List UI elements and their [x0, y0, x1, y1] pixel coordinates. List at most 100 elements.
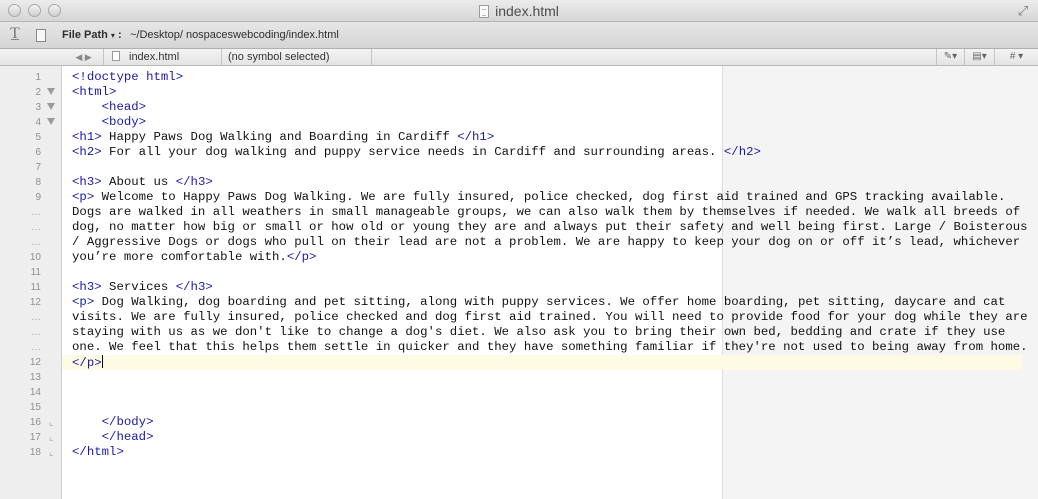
code-line[interactable]: <html> — [72, 85, 1028, 100]
html-tag-token: </h2> — [723, 145, 761, 159]
code-line[interactable]: visits. We are fully insured, police che… — [72, 310, 1028, 325]
line-number: … — [31, 312, 41, 323]
gutter-row: 11 — [0, 280, 62, 295]
code-line[interactable]: <h3> Services </h3> — [72, 280, 1028, 295]
code-editor[interactable]: 1 2 3 4 5 6 7 8 9……… 10 11 11 12……… 12 13 14 15 16 ⌞ 17 ⌞ 18 ⌞… — [0, 66, 1038, 499]
code-line[interactable]: <p> Welcome to Happy Paws Dog Walking. W… — [72, 190, 1028, 205]
html-tag-token: <p> — [72, 295, 95, 309]
code-line[interactable]: <h1> Happy Paws Dog Walking and Boarding… — [72, 130, 1028, 145]
code-line[interactable]: </html> — [72, 445, 1028, 460]
navigation-bar: ◀ ▶ index.html (no symbol selected) ✎▾ ▤… — [0, 49, 1038, 66]
fullscreen-icon[interactable]: ⤢ — [1016, 4, 1030, 18]
line-number-gutter: 1 2 3 4 5 6 7 8 9……… 10 11 11 12……… 12 13 14 15 16 ⌞ 17 ⌞ 18 ⌞ — [0, 66, 62, 499]
text-token: one. We feel that this helps them settle… — [72, 340, 1028, 354]
document-icon — [479, 5, 490, 18]
html-tag-token: </h3> — [175, 175, 213, 189]
code-line[interactable]: <head> — [72, 100, 1028, 115]
line-number: 12 — [29, 357, 41, 368]
gutter-row: 16 ⌞ — [0, 415, 62, 430]
file-popup-label: index.html — [129, 51, 180, 63]
toolbar: T̲ File Path ▾ : ~/Desktop/ nospaceswebc… — [0, 22, 1038, 49]
code-line[interactable]: dog, no matter how big or small or how o… — [72, 220, 1028, 235]
line-number: 1 — [35, 72, 41, 83]
code-line[interactable]: <p> Dog Walking, dog boarding and pet si… — [72, 295, 1028, 310]
gutter-row: 5 — [0, 130, 62, 145]
html-tag-token: <h1> — [72, 130, 102, 144]
code-line[interactable] — [72, 370, 1028, 385]
gutter-row: … — [0, 325, 62, 340]
title-bar: index.html ⤢ — [0, 0, 1038, 22]
line-number: 16 — [29, 417, 41, 428]
split-view-icon[interactable]: ▤▾ — [964, 49, 994, 65]
text-token: Dogs are walked in all weathers in small… — [72, 205, 1021, 219]
line-number: 2 — [35, 87, 41, 98]
fold-end-icon[interactable]: ⌞ — [49, 446, 53, 458]
text-token: About us — [101, 175, 176, 189]
code-line[interactable]: / Aggressive Dogs or dogs who pull on th… — [72, 235, 1028, 250]
line-number: … — [31, 342, 41, 353]
html-tag-token: <!doctype html> — [72, 70, 184, 84]
code-line[interactable] — [72, 160, 1028, 175]
line-number: 12 — [29, 297, 41, 308]
html-tag-token: <h3> — [72, 280, 102, 294]
gutter-row: 7 — [0, 160, 62, 175]
symbol-popup[interactable]: (no symbol selected) — [222, 49, 372, 65]
text-cursor — [101, 355, 103, 368]
code-line[interactable]: </head> — [72, 430, 1028, 445]
file-path-label[interactable]: File Path ▾ : — [62, 29, 122, 41]
html-tag-token: </p> — [72, 356, 102, 370]
file-path-value: ~/Desktop/ nospaceswebcoding/index.html — [130, 29, 339, 41]
line-number: 17 — [29, 432, 41, 443]
hash-popup[interactable]: # ▾ — [994, 49, 1038, 65]
code-line[interactable]: <h2> For all your dog walking and puppy … — [72, 145, 1028, 160]
text-tool-icon[interactable]: T̲ — [10, 25, 20, 43]
file-icon[interactable] — [36, 29, 46, 42]
pencil-icon[interactable]: ✎▾ — [936, 49, 964, 65]
text-token: Welcome to Happy Paws Dog Walking. We ar… — [94, 190, 1006, 204]
hash-label: # — [1009, 51, 1016, 62]
fold-triangle-icon[interactable] — [47, 118, 55, 125]
gutter-row: 9 — [0, 190, 62, 205]
line-number: 9 — [35, 192, 41, 203]
line-number: 11 — [30, 267, 41, 278]
code-line[interactable]: <!doctype html> — [72, 70, 1028, 85]
code-line[interactable]: <body> — [72, 115, 1028, 130]
html-tag-token: </head> — [101, 430, 154, 444]
fold-end-icon[interactable]: ⌞ — [49, 431, 53, 443]
code-line[interactable]: <h3> About us </h3> — [72, 175, 1028, 190]
html-tag-token: <html> — [72, 85, 117, 99]
code-line[interactable] — [72, 265, 1028, 280]
text-token: Services — [101, 280, 176, 294]
code-line[interactable] — [72, 400, 1028, 415]
fold-triangle-icon[interactable] — [47, 103, 55, 110]
gutter-row: 6 — [0, 145, 62, 160]
code-line[interactable] — [72, 385, 1028, 400]
text-token: For all your dog walking and puppy servi… — [101, 145, 724, 159]
line-number: 11 — [30, 282, 41, 293]
code-line[interactable]: staying with us as we don't like to chan… — [72, 325, 1028, 340]
fold-end-icon[interactable]: ⌞ — [49, 416, 53, 428]
text-token: Dog Walking, dog boarding and pet sittin… — [94, 295, 1006, 309]
gutter-row: 12 — [0, 355, 62, 370]
code-line[interactable]: </body> — [72, 415, 1028, 430]
gutter-row: 11 — [0, 265, 62, 280]
html-tag-token: </p> — [286, 250, 317, 264]
code-text[interactable]: <!doctype html> <html> <head> <body> <h1> … — [72, 70, 1028, 460]
code-line[interactable]: you’re more comfortable with.</p> — [72, 250, 1028, 265]
html-tag-token: </body> — [101, 415, 154, 429]
line-number: … — [31, 207, 41, 218]
line-number: … — [31, 237, 41, 248]
code-line[interactable]: </p> — [72, 355, 1028, 370]
window-title-container: index.html — [0, 3, 1038, 19]
fold-triangle-icon[interactable] — [47, 88, 55, 95]
text-token: visits. We are fully insured, police che… — [72, 310, 1028, 324]
code-line[interactable]: Dogs are walked in all weathers in small… — [72, 205, 1028, 220]
gutter-row: 12 — [0, 295, 62, 310]
code-line[interactable]: one. We feel that this helps them settle… — [72, 340, 1028, 355]
text-token: dog, no matter how big or small or how o… — [72, 220, 1028, 234]
nav-back-forward[interactable]: ◀ ▶ — [64, 49, 104, 65]
file-popup[interactable]: index.html — [106, 49, 222, 65]
gutter-row: 2 — [0, 85, 62, 100]
